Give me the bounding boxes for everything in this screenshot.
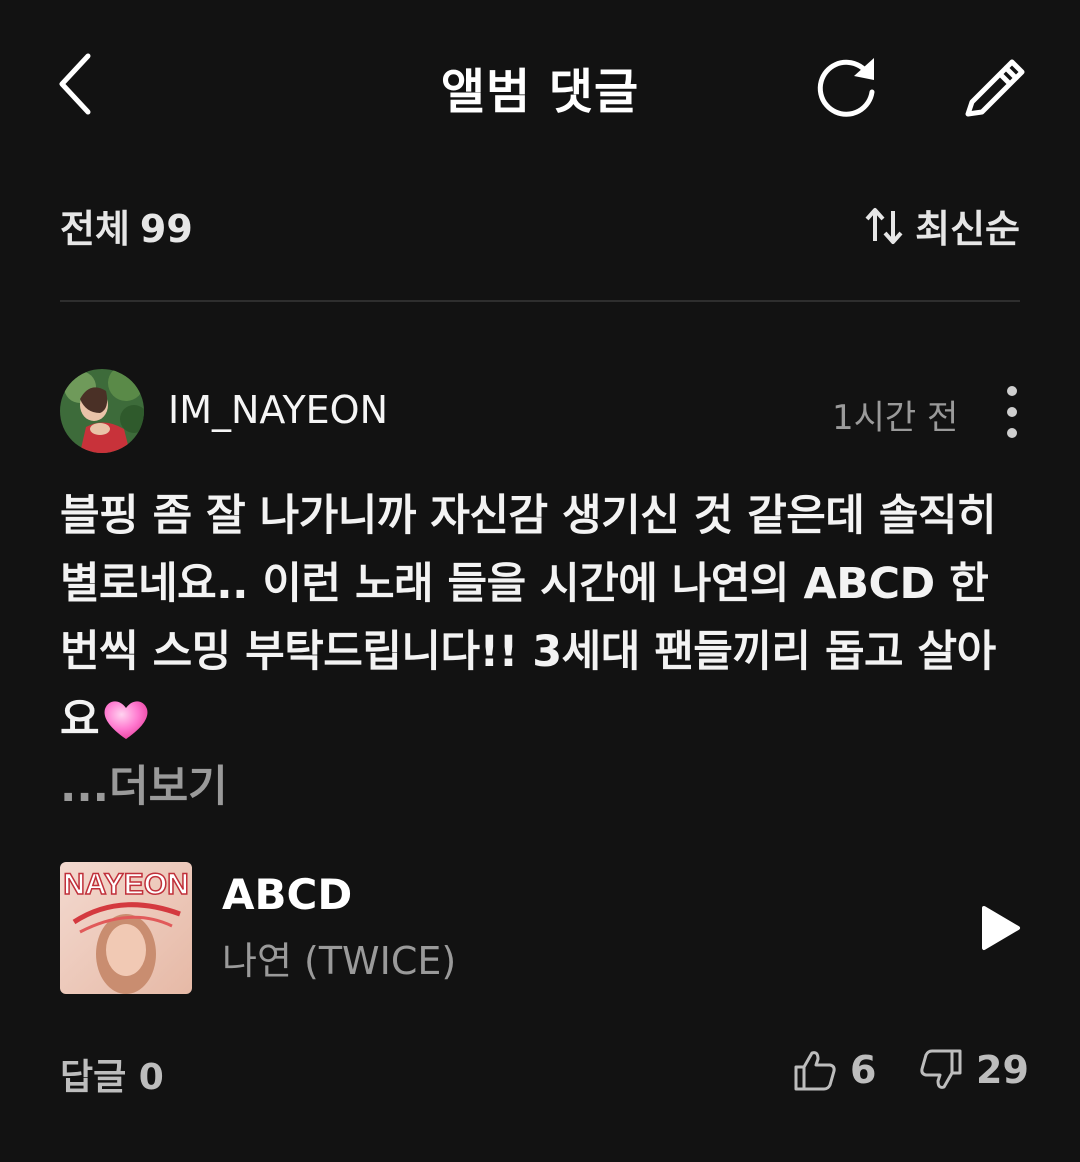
pink-heart-icon: [104, 701, 148, 739]
pencil-icon: [965, 59, 1025, 117]
total-label: 전체: [60, 207, 130, 251]
track-title[interactable]: ABCD: [222, 870, 352, 919]
avatar[interactable]: [60, 369, 144, 453]
refresh-button[interactable]: [814, 52, 880, 118]
album-cover-image: NAYEON: [60, 862, 192, 994]
sort-label: 최신순: [915, 207, 1020, 251]
refresh-icon: [817, 58, 875, 117]
thumbs-up-icon: [794, 1051, 836, 1091]
read-more-link[interactable]: ...더보기: [60, 752, 228, 814]
total-count: 전체 99: [60, 198, 193, 253]
album-art[interactable]: NAYEON: [60, 862, 192, 994]
album-comments-screen: 앨범 댓글 전체 99 최신순 IM_NAYEON 1시간 전 블핑 좀 잘 나…: [0, 0, 1080, 1162]
like-button[interactable]: 6: [792, 1044, 876, 1096]
thumbs-down-icon: [920, 1049, 962, 1089]
avatar-image: [60, 369, 144, 453]
reply-number: 0: [138, 1057, 164, 1098]
sort-arrows-icon: [865, 207, 903, 244]
sort-button[interactable]: 최신순: [863, 198, 1020, 253]
username[interactable]: IM_NAYEON: [168, 388, 388, 432]
reply-count[interactable]: 답글 0: [60, 1048, 164, 1100]
album-art-text: NAYEON: [63, 868, 189, 901]
more-options-button[interactable]: [996, 384, 1028, 440]
page-title: 앨범 댓글: [440, 64, 640, 120]
top-bar: 앨범 댓글: [0, 0, 1080, 165]
more-dot-icon: [1007, 407, 1017, 417]
like-count: 6: [850, 1048, 877, 1092]
divider: [60, 300, 1020, 302]
dislike-button[interactable]: 29: [918, 1044, 1029, 1096]
more-dot-icon: [1007, 386, 1017, 396]
comment-text: 블핑 좀 잘 나가니까 자신감 생기신 것 같은데 솔직히 별로네요.. 이런 …: [60, 491, 997, 745]
timestamp: 1시간 전: [832, 398, 959, 438]
more-dot-icon: [1007, 428, 1017, 438]
play-button[interactable]: [976, 902, 1024, 954]
track-artist[interactable]: 나연 (TWICE): [222, 930, 456, 985]
dislike-count: 29: [976, 1048, 1029, 1092]
total-number: 99: [139, 207, 193, 251]
comment-body: 블핑 좀 잘 나가니까 자신감 생기신 것 같은데 솔직히 별로네요.. 이런 …: [60, 482, 1025, 754]
write-comment-button[interactable]: [960, 52, 1028, 118]
reply-label: 답글: [60, 1057, 127, 1098]
filter-row: 전체 99 최신순: [60, 192, 1020, 252]
play-icon: [982, 906, 1020, 950]
